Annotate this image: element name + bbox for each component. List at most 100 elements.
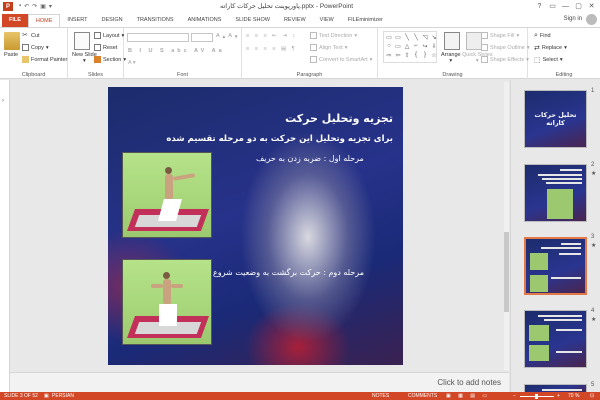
karate-photo-1[interactable]	[122, 152, 212, 238]
shape-outline-button[interactable]: Shape Outline ▾	[481, 44, 530, 51]
thumbnail-number: 3	[591, 234, 595, 240]
scrollbar-thumb[interactable]	[504, 232, 509, 312]
slide-subtitle[interactable]: برای تجزیه وتحلیل این حرکت به دو مرحله ت…	[166, 134, 393, 144]
minimize-button[interactable]: —	[559, 0, 572, 12]
shape-icon[interactable]: ▭	[394, 33, 402, 41]
slide-counter: SLIDE 3 OF 52	[4, 393, 38, 399]
shape-icon[interactable]: △	[403, 42, 411, 50]
font-format-buttons[interactable]: B I U S abc AV Aa	[128, 48, 225, 54]
thumbnail-slide-1[interactable]: تحلیل حرکات کاراته	[524, 90, 587, 148]
figure-arm	[171, 284, 183, 288]
redo-icon[interactable]: ↷	[32, 3, 37, 10]
thumbnail-slide-3[interactable]	[524, 237, 587, 295]
align-text-button[interactable]: Align Text ▾	[310, 44, 348, 51]
shape-icon[interactable]: ⇦	[394, 51, 402, 59]
tab-animations[interactable]: ANIMATIONS	[181, 14, 229, 27]
sign-in-link[interactable]: Sign in	[564, 16, 582, 22]
close-button[interactable]: ✕	[585, 0, 598, 12]
tab-transitions[interactable]: TRANSITIONS	[130, 14, 181, 27]
notes-pane[interactable]: Click to add notes	[10, 372, 509, 392]
karate-photo-2[interactable]	[122, 259, 212, 345]
tab-design[interactable]: DESIGN	[95, 14, 130, 27]
shape-icon[interactable]: ↪	[421, 42, 429, 50]
shape-icon[interactable]: ☆	[430, 51, 438, 59]
shape-icon[interactable]: ▭	[385, 33, 393, 41]
text-direction-button[interactable]: Text Direction ▾	[310, 32, 357, 39]
zoom-level[interactable]: 70 %	[568, 393, 579, 399]
shape-icon[interactable]: ↘	[430, 33, 438, 41]
slides-group-label: Slides	[88, 72, 103, 78]
shape-icon[interactable]: ⇨	[385, 51, 393, 59]
shape-icon[interactable]: ◹	[421, 33, 429, 41]
notes-placeholder[interactable]: Click to add notes	[437, 378, 501, 387]
fit-slide-icon[interactable]: ⊡	[590, 393, 594, 399]
thumbnail-text-line	[560, 169, 582, 171]
shape-icon[interactable]: {	[412, 51, 420, 59]
font-size-controls[interactable]: A ▲ A ▼	[216, 33, 238, 39]
notes-button[interactable]: NOTES	[372, 393, 389, 399]
zoom-out-icon[interactable]: −	[513, 393, 516, 399]
tab-review[interactable]: REVIEW	[277, 14, 313, 27]
shape-fill-button[interactable]: Shape Fill ▾	[481, 32, 519, 39]
tab-fileminimizer[interactable]: FILEminimizer	[341, 14, 390, 27]
slide-title[interactable]: تجزیه وتحلیل حرکت	[285, 112, 393, 125]
tab-slide-show[interactable]: SLIDE SHOW	[228, 14, 277, 27]
paste-button[interactable]: Paste	[4, 52, 18, 58]
shape-icon[interactable]: ⌐	[412, 42, 420, 50]
view-buttons[interactable]: ▣ ▦ ▤ ▭	[446, 393, 490, 399]
slide-step1-text[interactable]: مرحله اول : ضربه زدن به حریف	[256, 154, 364, 163]
arrange-button[interactable]: Arrange ▾	[441, 52, 461, 64]
start-slideshow-icon[interactable]: ▣	[40, 3, 46, 10]
shapes-gallery[interactable]: ▭ ▭ ╲ ╲ ◹ ↘ ○ ▭ △ ⌐ ↪ ⇩ ⇨ ⇦ ⇧{} ☆	[383, 31, 437, 63]
ribbon-display-button[interactable]: ▭	[546, 0, 559, 12]
undo-icon[interactable]: ↶	[24, 3, 29, 10]
tab-view[interactable]: VIEW	[313, 14, 341, 27]
shape-effects-button[interactable]: Shape Effects ▾	[481, 56, 529, 63]
language-indicator[interactable]: PERSIAN	[52, 393, 74, 399]
alignment-buttons[interactable]: ≡ ≡ ≡ ≡ ▤ ¶	[246, 46, 297, 52]
thumbnail-text-line	[556, 351, 582, 353]
slide-step2-text[interactable]: مرحله دوم : حرکت برگشت به وضعیت شروع	[213, 268, 364, 277]
tab-file[interactable]: FILE	[2, 14, 28, 27]
shape-icon[interactable]: ⇩	[430, 42, 438, 50]
powerpoint-app-icon[interactable]: P	[3, 2, 13, 11]
slide-thumbnails-panel[interactable]: 1 تحلیل حرکات کاراته 2 ★ 3 ★ 4 ★ 5	[510, 80, 600, 394]
cut-button[interactable]: ✂ Cut	[22, 32, 40, 39]
shape-icon[interactable]: ⇧	[403, 51, 411, 59]
language-indicator-icon[interactable]: ▣	[44, 393, 49, 399]
font-color-button[interactable]: A ▾	[128, 60, 136, 66]
help-button[interactable]: ?	[533, 0, 546, 12]
tab-home[interactable]: HOME	[27, 14, 61, 27]
copy-button[interactable]: Copy ▾	[22, 44, 49, 51]
maximize-button[interactable]: ▢	[572, 0, 585, 12]
section-button[interactable]: Section ▾	[94, 56, 126, 63]
expand-panel-icon[interactable]: ›	[2, 98, 4, 104]
list-buttons[interactable]: ≡ ≡ ≡ ⇤ ⇥ ↕	[246, 33, 297, 39]
layout-button[interactable]: Layout ▾	[94, 32, 124, 39]
thumbnail-slide-2[interactable]	[524, 164, 587, 222]
figure-arm	[172, 173, 196, 181]
reset-button[interactable]: Reset	[94, 44, 117, 51]
thumbnail-slide-4[interactable]	[524, 310, 587, 368]
comments-button[interactable]: COMMENTS	[408, 393, 437, 399]
shape-icon[interactable]: ▭	[394, 42, 402, 50]
vertical-scrollbar[interactable]	[504, 82, 509, 370]
tab-insert[interactable]: INSERT	[60, 14, 94, 27]
customize-qat-icon[interactable]: ▾	[49, 3, 52, 10]
avatar[interactable]	[586, 14, 597, 25]
zoom-slider-thumb[interactable]	[535, 393, 538, 399]
shape-icon[interactable]: }	[421, 51, 429, 59]
replace-button[interactable]: ⇄ Replace ▾	[534, 44, 567, 52]
shape-icon[interactable]: ○	[385, 42, 393, 50]
shape-icon[interactable]: ╲	[403, 33, 411, 41]
font-size-dropdown[interactable]	[191, 33, 213, 42]
save-icon[interactable]: ▪	[19, 3, 21, 10]
shape-icon[interactable]: ╲	[412, 33, 420, 41]
zoom-in-icon[interactable]: +	[557, 393, 560, 399]
select-button[interactable]: ⬚ Select ▾	[534, 56, 563, 64]
current-slide[interactable]: تجزیه وتحلیل حرکت برای تجزیه وتحلیل این …	[108, 87, 403, 365]
font-name-dropdown[interactable]	[127, 33, 189, 42]
convert-smartart-button[interactable]: Convert to SmartArt ▾	[310, 56, 372, 63]
find-button[interactable]: ⌕ Find	[534, 32, 551, 40]
format-painter-button[interactable]: Format Painter	[22, 56, 67, 63]
